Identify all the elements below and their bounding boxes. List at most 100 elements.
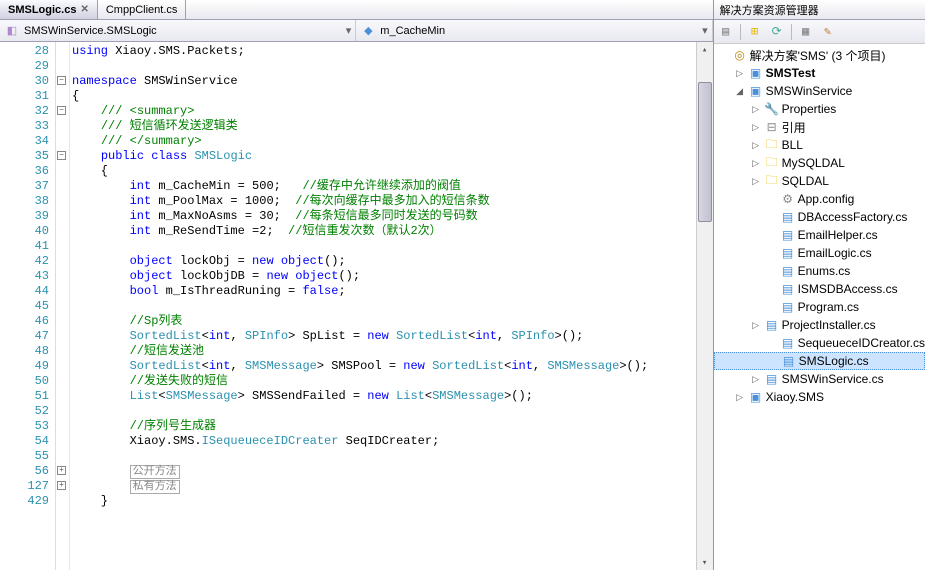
tree-node[interactable]: ▷🗀BLL	[714, 136, 925, 154]
show-all-icon[interactable]: ⊞	[747, 24, 763, 40]
code-line[interactable]	[72, 509, 713, 524]
line-number: 32	[0, 104, 49, 119]
collapsed-icon[interactable]: ▷	[750, 158, 762, 169]
code-line[interactable]: /// <summary>	[72, 104, 713, 119]
code-line[interactable]: int m_CacheMin = 500; //缓存中允许继续添加的阀值	[72, 179, 713, 194]
collapsed-icon[interactable]: ▷	[750, 140, 762, 151]
tree-label: Program.cs	[798, 300, 859, 314]
code-line[interactable]: //序列号生成器	[72, 419, 713, 434]
code-line[interactable]: }	[72, 494, 713, 509]
tree-node[interactable]: ▷▤SMSWinService.cs	[714, 370, 925, 388]
code-line[interactable]: SortedList<int, SMSMessage> SMSPool = ne…	[72, 359, 713, 374]
code-line[interactable]: object lockObjDB = new object();	[72, 269, 713, 284]
scroll-thumb[interactable]	[698, 82, 712, 222]
collapsed-icon[interactable]: ▷	[750, 320, 762, 331]
close-icon[interactable]: ✕	[80, 4, 88, 15]
code-editor[interactable]: 2829303132333435363738394041424344454647…	[0, 42, 713, 570]
code-line[interactable]: using Xiaoy.SMS.Packets;	[72, 44, 713, 59]
tree-label: EmailHelper.cs	[798, 228, 878, 242]
code-line[interactable]: int m_MaxNoAsms = 30; //每条短信最多同时发送的号码数	[72, 209, 713, 224]
tree-node[interactable]: ▷▣SMSTest	[714, 64, 925, 82]
document-tab[interactable]: SMSLogic.cs✕	[0, 0, 98, 19]
code-line[interactable]: object lockObj = new object();	[72, 254, 713, 269]
code-line[interactable]	[72, 449, 713, 464]
line-number: 28	[0, 44, 49, 59]
view-code-icon[interactable]: ▦	[798, 24, 814, 40]
properties-icon[interactable]: ▤	[718, 24, 734, 40]
code-line[interactable]	[72, 59, 713, 74]
code-line[interactable]	[72, 239, 713, 254]
type-selector[interactable]: ◧ SMSWinService.SMSLogic ▾	[0, 20, 356, 41]
code-line[interactable]: //发送失败的短信	[72, 374, 713, 389]
code-line[interactable]	[72, 299, 713, 314]
collapsed-icon[interactable]: ▷	[750, 374, 762, 385]
code-line[interactable]: 私有方法	[72, 479, 713, 494]
document-tab[interactable]: CmppClient.cs	[98, 0, 187, 19]
tree-node[interactable]: ⚙App.config	[714, 190, 925, 208]
expand-icon[interactable]: +	[57, 466, 66, 475]
code-line[interactable]: public class SMSLogic	[72, 149, 713, 164]
tree-node[interactable]: ▷▤ProjectInstaller.cs	[714, 316, 925, 334]
line-number: 48	[0, 344, 49, 359]
tree-label: ISMSDBAccess.cs	[798, 282, 898, 296]
vertical-scrollbar[interactable]: ▴ ▾	[696, 42, 713, 570]
scroll-down-arrow[interactable]: ▾	[697, 555, 713, 570]
collapsed-icon[interactable]: ▷	[750, 104, 762, 115]
collapse-icon[interactable]: −	[57, 151, 66, 160]
panel-title: 解决方案资源管理器	[714, 0, 925, 20]
collapsed-icon[interactable]: ▷	[734, 392, 746, 403]
tree-node[interactable]: ▤EmailHelper.cs	[714, 226, 925, 244]
csproj-icon: ▣	[748, 390, 764, 404]
tree-node[interactable]: ▤Program.cs	[714, 298, 925, 316]
code-line[interactable]: SortedList<int, SPInfo> SpList = new Sor…	[72, 329, 713, 344]
code-line[interactable]: {	[72, 164, 713, 179]
tree-node[interactable]: ▤SequeueceIDCreator.cs	[714, 334, 925, 352]
tree-node[interactable]: ▷▣Xiaoy.SMS	[714, 388, 925, 406]
scroll-up-arrow[interactable]: ▴	[697, 42, 713, 57]
code-line[interactable]: namespace SMSWinService	[72, 74, 713, 89]
cs-icon: ▤	[780, 282, 796, 296]
code-line[interactable]: {	[72, 89, 713, 104]
editor-pane: SMSLogic.cs✕CmppClient.cs ◧ SMSWinServic…	[0, 0, 714, 570]
code-line[interactable]	[72, 404, 713, 419]
line-number: 54	[0, 434, 49, 449]
line-number: 37	[0, 179, 49, 194]
tree-node[interactable]: ▤SMSLogic.cs	[714, 352, 925, 370]
code-line[interactable]: int m_PoolMax = 1000; //每次向缓存中最多加入的短信条数	[72, 194, 713, 209]
code-line[interactable]: bool m_IsThreadRuning = false;	[72, 284, 713, 299]
collapse-icon[interactable]: −	[57, 106, 66, 115]
tree-node[interactable]: ◎解决方案'SMS' (3 个项目)	[714, 46, 925, 64]
collapse-icon[interactable]: −	[57, 76, 66, 85]
tree-node[interactable]: ▷🗀SQLDAL	[714, 172, 925, 190]
collapsed-icon[interactable]: ▷	[750, 122, 762, 133]
tree-node[interactable]: ▷🔧Properties	[714, 100, 925, 118]
collapsed-icon[interactable]: ▷	[750, 176, 762, 187]
tree-label: SMSTest	[766, 66, 816, 80]
expanded-icon[interactable]: ◢	[734, 86, 746, 97]
outlining-margin[interactable]: − − − + +	[56, 42, 70, 570]
tree-node[interactable]: ▤DBAccessFactory.cs	[714, 208, 925, 226]
code-line[interactable]: /// </summary>	[72, 134, 713, 149]
code-line[interactable]: 公开方法	[72, 464, 713, 479]
cs-icon: ▤	[780, 228, 796, 242]
refresh-icon[interactable]: ⟳	[769, 24, 785, 40]
code-line[interactable]: Xiaoy.SMS.ISequeueceIDCreater SeqIDCreat…	[72, 434, 713, 449]
expand-icon[interactable]: +	[57, 481, 66, 490]
view-designer-icon[interactable]: ✎	[820, 24, 836, 40]
tree-node[interactable]: ▷🗀MySQLDAL	[714, 154, 925, 172]
code-line[interactable]: //Sp列表	[72, 314, 713, 329]
collapsed-icon[interactable]: ▷	[734, 68, 746, 79]
code-line[interactable]: //短信发送池	[72, 344, 713, 359]
tree-node[interactable]: ▷⊟引用	[714, 118, 925, 136]
solution-tree[interactable]: ◎解决方案'SMS' (3 个项目)▷▣SMSTest◢▣SMSWinServi…	[714, 44, 925, 570]
code-line[interactable]: int m_ReSendTime =2; //短信重发次数（默认2次）	[72, 224, 713, 239]
member-selector[interactable]: ◆ m_CacheMin ▾	[356, 20, 712, 41]
tree-node[interactable]: ▤Enums.cs	[714, 262, 925, 280]
code-line[interactable]: /// 短信循环发送逻辑类	[72, 119, 713, 134]
code-line[interactable]: List<SMSMessage> SMSSendFailed = new Lis…	[72, 389, 713, 404]
code-text[interactable]: using Xiaoy.SMS.Packets; namespace SMSWi…	[70, 42, 713, 570]
tree-node[interactable]: ▤ISMSDBAccess.cs	[714, 280, 925, 298]
chevron-down-icon: ▾	[702, 24, 708, 37]
tree-node[interactable]: ▤EmailLogic.cs	[714, 244, 925, 262]
tree-node[interactable]: ◢▣SMSWinService	[714, 82, 925, 100]
